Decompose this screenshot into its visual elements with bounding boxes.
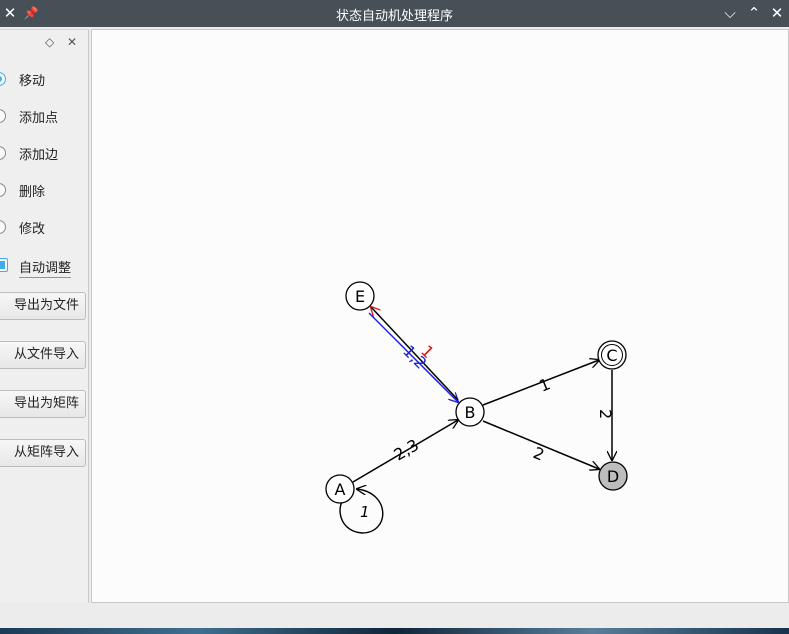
- maximize-icon[interactable]: ⌃: [744, 3, 764, 23]
- mode-modify-label: 修改: [19, 222, 46, 237]
- checkbox-indicator: [0, 258, 8, 272]
- edge-label-a-a: 1: [360, 503, 370, 521]
- desktop-background-strip: [0, 628, 789, 634]
- edge-label-b-d: 2: [531, 443, 548, 464]
- auto-adjust-label: 自动调整: [19, 257, 72, 278]
- node-label-a: A: [335, 480, 346, 499]
- node-label-e: E: [355, 287, 365, 306]
- status-bar: [0, 604, 789, 628]
- radio-indicator: [0, 109, 6, 123]
- export-matrix-button[interactable]: 导出为矩阵: [0, 390, 86, 418]
- float-icon[interactable]: ◇: [45, 35, 54, 49]
- tool-dock: ◇ ✕ 移动 添加点 添加边 删除 修改 自动调整 导出为文件 从文件导入 导出…: [0, 29, 89, 603]
- radio-indicator: [0, 146, 6, 160]
- node-e[interactable]: E: [345, 281, 375, 311]
- edge-label-c-d: 2: [596, 409, 615, 419]
- radio-indicator: [0, 183, 6, 197]
- graph-svg: 2,3 1 2 2 1,2 1 1 A B C D E: [325, 281, 628, 534]
- edge-label-a-b: 2,3: [391, 435, 423, 464]
- import-matrix-button[interactable]: 从矩阵导入: [0, 439, 86, 467]
- edge-label-b-c: 1: [536, 374, 553, 395]
- mode-add-edge-label: 添加边: [19, 148, 59, 163]
- window-title: 状态自动机处理程序: [335, 9, 453, 24]
- import-file-button[interactable]: 从文件导入: [0, 341, 86, 369]
- mode-add-node-label: 添加点: [19, 111, 59, 126]
- dock-close-icon[interactable]: ✕: [67, 35, 77, 49]
- node-label-d: D: [607, 467, 619, 486]
- node-label-b: B: [465, 403, 476, 422]
- graph-canvas[interactable]: 2,3 1 2 2 1,2 1 1 A B C D E: [91, 29, 789, 603]
- node-c[interactable]: C: [597, 340, 627, 370]
- node-a[interactable]: A: [325, 474, 355, 504]
- node-d[interactable]: D: [598, 461, 628, 491]
- minimize-icon[interactable]: ⌵: [720, 3, 740, 23]
- export-file-button[interactable]: 导出为文件: [0, 292, 86, 320]
- node-label-c: C: [606, 346, 617, 365]
- radio-indicator: [0, 220, 6, 234]
- title-bar: ✕ 📌 状态自动机处理程序 ⌵ ⌃ ✕: [0, 0, 789, 27]
- window-close-button[interactable]: ✕: [767, 3, 787, 23]
- radio-indicator: [0, 72, 6, 86]
- node-b[interactable]: B: [455, 397, 485, 427]
- mode-move-label: 移动: [19, 74, 46, 89]
- mode-delete-label: 删除: [19, 185, 46, 200]
